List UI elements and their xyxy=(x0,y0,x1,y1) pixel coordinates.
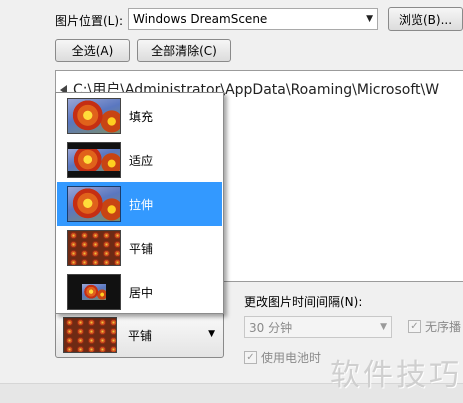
interval-select[interactable]: 30 分钟 ▼ xyxy=(244,316,392,338)
location-label: 图片位置(L): xyxy=(55,14,124,28)
position-option-label: 适应 xyxy=(129,153,154,168)
fill-thumbnail-icon xyxy=(67,98,121,134)
position-option-fill[interactable]: 填充 xyxy=(57,94,222,138)
position-option-tile[interactable]: 平铺 xyxy=(57,226,222,270)
tile-thumbnail-icon xyxy=(67,230,121,266)
select-all-button[interactable]: 全选(A) xyxy=(55,39,130,62)
position-option-fit[interactable]: 适应 xyxy=(57,138,222,182)
position-option-label: 拉伸 xyxy=(129,197,154,212)
position-option-label: 平铺 xyxy=(129,241,154,256)
chevron-down-icon: ▼ xyxy=(380,322,387,332)
tile-thumbnail-icon xyxy=(63,317,117,353)
position-option-label: 居中 xyxy=(129,285,154,300)
picture-position-value: 平铺 xyxy=(128,329,153,343)
battery-label: 使用电池时 xyxy=(261,351,322,365)
position-option-center[interactable]: 居中 xyxy=(57,270,222,314)
interval-select-value: 30 分钟 xyxy=(249,320,293,335)
location-select-value: Windows DreamScene xyxy=(133,12,268,26)
stretch-thumbnail-icon xyxy=(67,186,121,222)
chevron-down-icon: ▼ xyxy=(208,329,215,339)
shuffle-checkbox[interactable]: ✓ xyxy=(408,320,421,333)
battery-checkbox[interactable]: ✓ xyxy=(244,351,257,364)
browse-button[interactable]: 浏览(B)... xyxy=(388,7,463,31)
position-option-stretch[interactable]: 拉伸 xyxy=(57,182,222,226)
battery-option[interactable]: ✓ 使用电池时 xyxy=(244,349,321,366)
interval-label: 更改图片时间间隔(N): xyxy=(244,295,363,309)
position-option-label: 填充 xyxy=(129,109,154,124)
shuffle-label: 无序播 xyxy=(425,320,462,334)
watermark-text: 软件技巧 xyxy=(330,358,462,393)
fit-thumbnail-icon xyxy=(67,142,121,178)
clear-all-button[interactable]: 全部清除(C) xyxy=(137,39,231,62)
shuffle-option[interactable]: ✓ 无序播 xyxy=(408,318,461,335)
location-select[interactable]: Windows DreamScene ▼ xyxy=(128,8,378,30)
chevron-down-icon: ▼ xyxy=(366,14,373,24)
picture-position-dropdown: 填充 适应 拉伸 平铺 居中 xyxy=(55,92,224,314)
picture-position-select[interactable]: 平铺 ▼ xyxy=(55,312,224,358)
center-thumbnail-icon xyxy=(67,274,121,310)
